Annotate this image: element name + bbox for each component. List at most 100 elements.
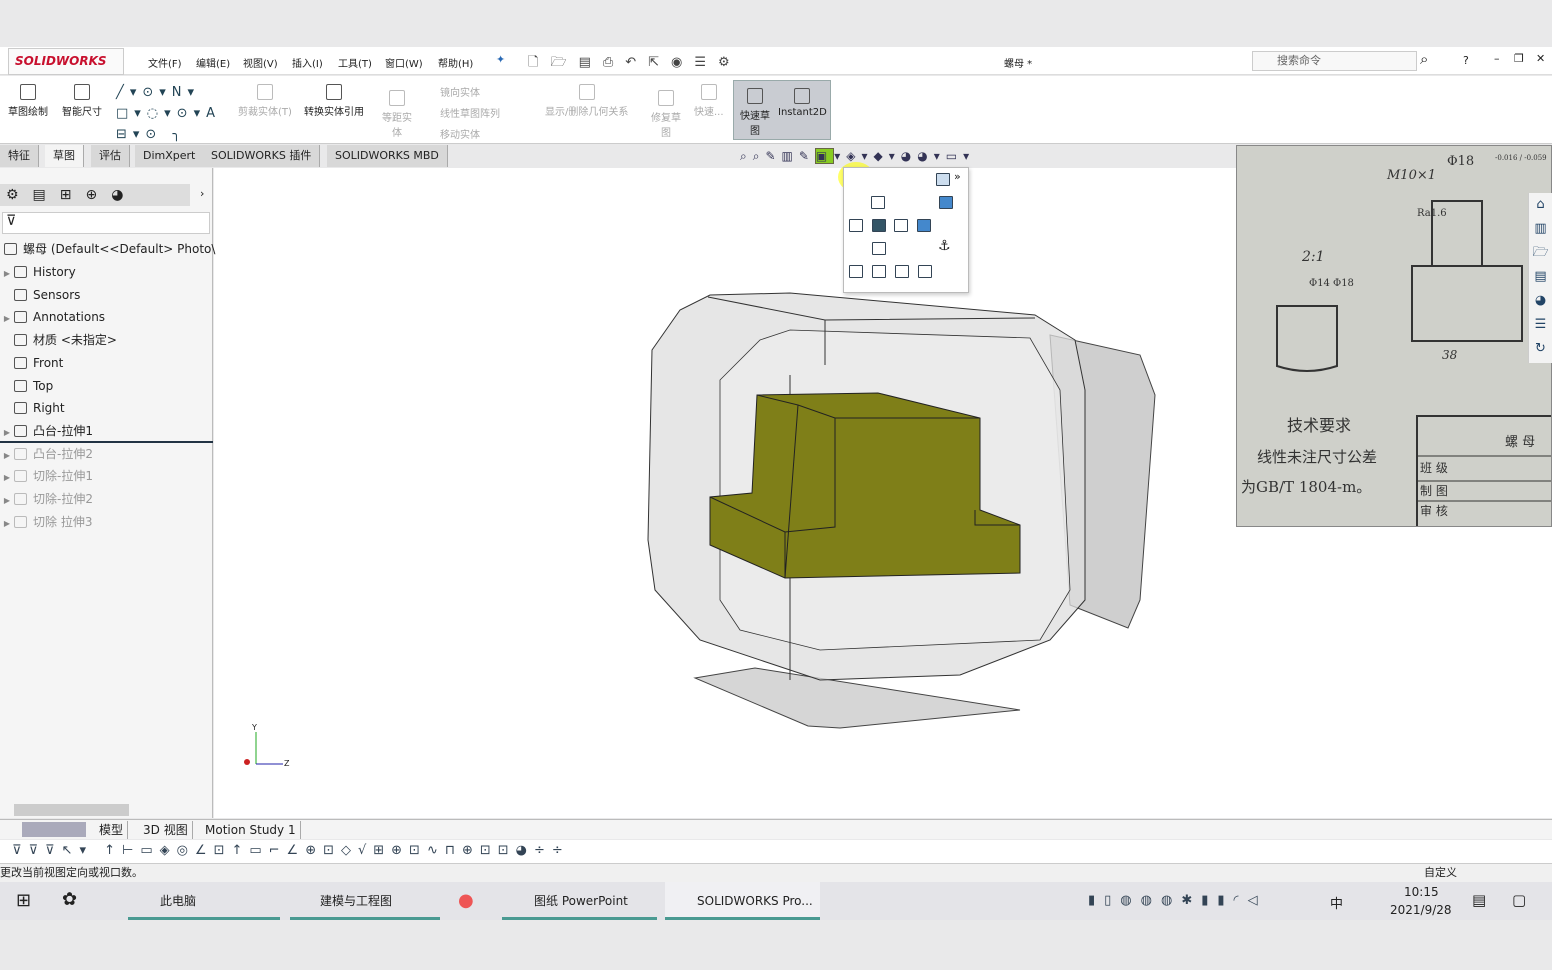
four-view-icon[interactable] [918, 265, 932, 278]
move-entities-button[interactable]: 移动实体 [440, 126, 480, 141]
expand-arrow-icon[interactable]: ▶ [0, 446, 14, 466]
tab-features[interactable]: 特征 [0, 145, 39, 167]
tab-sketch[interactable]: 草图 [45, 145, 84, 167]
view-front-icon[interactable] [871, 196, 885, 209]
clock-date[interactable]: 2021/9/28 [1390, 903, 1452, 917]
tree-item[interactable]: 材质 <未指定> [0, 330, 117, 350]
ime-indicator[interactable]: 中 [1330, 893, 1343, 912]
show-desktop-icon[interactable]: ▢ [1512, 891, 1526, 909]
tab-evaluate[interactable]: 评估 [91, 145, 130, 167]
plane-icon [14, 356, 27, 369]
linear-pattern-button[interactable]: 线性草图阵列 [440, 105, 500, 120]
expand-arrow-icon[interactable]: ▶ [0, 491, 14, 511]
browser-icon[interactable]: ● [458, 890, 474, 911]
mirror-entities-button[interactable]: 镜向实体 [440, 84, 480, 99]
tree-item[interactable]: ▶ 凸台-拉伸2 [0, 444, 93, 464]
expand-arrow-icon[interactable]: ▶ [0, 423, 14, 443]
menu-help[interactable]: 帮助(H) [438, 55, 473, 70]
repair-sketch-button[interactable]: 修复草图 [648, 90, 684, 139]
quick-access-toolbar[interactable]: 🗋🗁▤⎙↶⇱◉☰⚙ [528, 53, 742, 75]
tab-scroll-buttons[interactable] [22, 822, 86, 837]
tab-motion-study[interactable]: Motion Study 1 [201, 821, 301, 839]
tree-item[interactable]: ▶ Annotations [0, 307, 105, 327]
tree-item[interactable]: ▶ History [0, 262, 76, 282]
command-tabs: 特征 草图 评估 DimXpert SOLIDWORKS 插件 SOLIDWOR… [0, 145, 450, 167]
view-right-icon[interactable] [894, 219, 908, 232]
part-icon [4, 243, 17, 255]
rollback-bar[interactable] [0, 441, 213, 443]
normal-to-icon[interactable]: ⚓ [938, 238, 951, 254]
units-selector[interactable]: 自定义 [1424, 864, 1457, 882]
menu-tools[interactable]: 工具(T) [338, 55, 372, 70]
taskbar-solidworks[interactable]: SOLIDWORKS Pro... [665, 882, 820, 920]
expand-arrow-icon[interactable]: ▶ [0, 468, 14, 488]
tree-item[interactable]: ▶ 凸台-拉伸1 [0, 421, 93, 441]
menu-insert[interactable]: 插入(I) [292, 55, 323, 70]
view-left-icon[interactable] [849, 219, 863, 232]
tree-item[interactable]: ▶ 切除-拉伸1 [0, 466, 93, 486]
sketch-button[interactable]: 草图绘制 [8, 84, 48, 118]
tab-dimxpert[interactable]: DimXpert [135, 145, 205, 167]
convert-entities-button[interactable]: 转换实体引用 [304, 84, 364, 118]
selection-toolbar[interactable]: ⊽⊽⊽↖▾ ↑⊢▭◈◎∠⊡↑▭⌐∠⊕⊡◇√⊞⊕⊡∿⊓⊕⊡⊡◕÷÷ [0, 840, 1552, 864]
tree-item[interactable]: ▶ 切除 拉伸3 [0, 512, 93, 534]
windows-start-icon[interactable]: ⊞ [16, 890, 31, 911]
panel-tabs[interactable]: ⚙▤⊞⊕◕ [0, 184, 190, 206]
taskbar-this-pc[interactable]: 此电脑 [128, 882, 280, 920]
tab-addins[interactable]: SOLIDWORKS 插件 [203, 145, 321, 167]
trim-entities-button[interactable]: 剪裁实体(T) [238, 84, 292, 118]
model-body [709, 392, 1021, 579]
expand-arrow-icon[interactable]: ▶ [0, 514, 14, 534]
view-trimetric-icon[interactable] [917, 219, 931, 232]
tree-item[interactable]: Front [0, 353, 63, 373]
menu-view[interactable]: 视图(V) [243, 55, 278, 70]
rapid-sketch-button[interactable]: 快速草图 [736, 88, 774, 137]
tree-item[interactable]: Right [0, 398, 65, 418]
horizontal-scrollbar[interactable] [14, 804, 129, 816]
sketch-entities-grid[interactable]: ╱▾⊙▾Ν▾ □▾◌▾⊙▾A ⊟▾⊙ ╮ [116, 82, 231, 142]
smart-dimension-button[interactable]: 智能尺寸 [62, 84, 102, 118]
two-view-vertical-icon[interactable] [895, 265, 909, 278]
tab-model[interactable]: 模型 [95, 821, 129, 839]
view-top-icon[interactable] [872, 219, 886, 232]
taskbar-folder[interactable]: 建模与工程图 [290, 882, 440, 920]
close-button[interactable]: ✕ [1536, 52, 1545, 65]
tree-filter-input[interactable]: ⊽ [2, 212, 210, 234]
panel-tabs-more-icon[interactable]: › [200, 187, 204, 200]
two-view-horizontal-icon[interactable] [872, 265, 886, 278]
notifications-icon[interactable]: ▤ [1472, 891, 1486, 909]
view-isometric-icon[interactable] [939, 196, 953, 209]
view-selector-icon[interactable] [936, 173, 950, 186]
single-view-icon[interactable] [849, 265, 863, 278]
help-icon[interactable]: ? [1463, 54, 1469, 67]
tree-item[interactable]: ▶ 切除-拉伸2 [0, 489, 93, 509]
search-commands-input[interactable]: 搜索命令 [1252, 51, 1417, 71]
more-icon[interactable]: » [954, 170, 961, 183]
rapid-sketch-icon [747, 88, 763, 104]
tree-item[interactable]: Sensors [0, 285, 80, 305]
taskbar-powerpoint[interactable]: 图纸 PowerPoint [502, 882, 657, 920]
tab-3d-view[interactable]: 3D 视图 [139, 821, 193, 839]
menu-edit[interactable]: 编辑(E) [196, 55, 230, 70]
tree-item[interactable]: Top [0, 376, 53, 396]
expand-arrow-icon[interactable]: ▶ [0, 264, 14, 284]
menu-window[interactable]: 窗口(W) [385, 55, 423, 70]
task-pane-tabs[interactable]: ⌂ ▥ 🗁 ▤ ◕ ☰ ↻ [1528, 193, 1552, 363]
view-bottom-icon[interactable] [872, 242, 886, 255]
expand-arrow-icon[interactable]: ▶ [0, 309, 14, 329]
menu-file[interactable]: 文件(F) [148, 55, 182, 70]
display-relations-button[interactable]: 显示/删除几何关系 [545, 84, 628, 118]
solidworks-logo[interactable]: SOLIDWORKS [8, 48, 124, 75]
plane-icon [14, 379, 27, 392]
minimize-button[interactable]: – [1494, 52, 1500, 65]
restore-button[interactable]: ❐ [1514, 52, 1524, 65]
tree-root[interactable]: 螺母 (Default<<Default> Photo\ [4, 239, 215, 259]
quick-snaps-button[interactable]: 快速... [694, 84, 724, 118]
clock-time[interactable]: 10:15 [1404, 885, 1439, 899]
app-launcher-icon[interactable]: ✿ [62, 889, 77, 910]
instant2d-button[interactable]: Instant2D [778, 88, 827, 118]
pin-icon[interactable]: ✦ [496, 53, 505, 66]
offset-entities-button[interactable]: 等距实体 [378, 90, 416, 139]
tab-mbd[interactable]: SOLIDWORKS MBD [327, 145, 448, 167]
search-icon[interactable]: ⌕ [1420, 50, 1428, 68]
